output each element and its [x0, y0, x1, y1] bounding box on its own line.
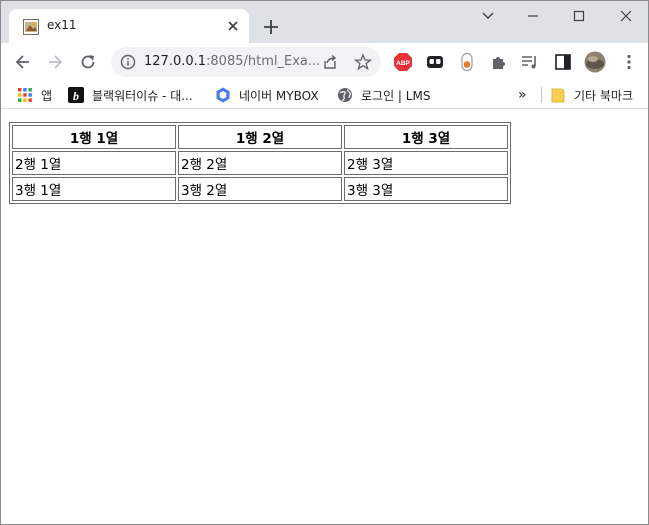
mybox-icon	[216, 87, 230, 103]
svg-text:b: b	[73, 89, 79, 103]
tab-ex11[interactable]: ex11	[9, 9, 249, 43]
header-cell: 1행 1열	[12, 125, 176, 149]
bookmarks-divider	[541, 87, 542, 103]
profile-avatar[interactable]	[584, 51, 606, 73]
folder-icon	[551, 88, 565, 103]
browser-window: ex11 127.0.0.1:8085/html_Exa... ABP 앱 b …	[0, 0, 649, 525]
bookmark-naver-mybox[interactable]: 네이버 MYBOX	[215, 85, 319, 105]
forward-arrow-icon[interactable]	[45, 52, 65, 72]
table-cell: 2행 1열	[12, 151, 176, 175]
apps-grid-icon	[18, 88, 32, 102]
media-control-icon[interactable]	[520, 52, 540, 72]
bookmark-label: 기타 북마크	[574, 88, 634, 103]
extensions-puzzle-icon[interactable]	[489, 52, 509, 72]
share-icon[interactable]	[322, 54, 338, 70]
globe-icon	[338, 88, 352, 102]
header-cell: 1행 3열	[344, 125, 508, 149]
side-panel-icon[interactable]	[553, 52, 573, 72]
bookmark-lms-login[interactable]: 로그인 | LMS	[337, 85, 430, 105]
svg-text:ABP: ABP	[396, 60, 410, 67]
close-tab-icon[interactable]	[225, 18, 241, 34]
back-arrow-icon[interactable]	[13, 52, 33, 72]
tab-search-chevron-icon[interactable]	[476, 7, 500, 25]
extension-mask-icon[interactable]	[425, 52, 445, 72]
bookmark-label: 로그인 | LMS	[361, 88, 431, 103]
bookmark-apps[interactable]: 앱	[17, 85, 52, 105]
data-table: 1행 1열 1행 2열 1행 3열 2행 1열 2행 2열 2행 3열 3행 1…	[9, 122, 511, 204]
table-row: 2행 1열 2행 2열 2행 3열	[12, 151, 508, 175]
bookmark-star-icon[interactable]	[354, 53, 372, 71]
table-cell: 3행 2열	[178, 177, 342, 201]
close-window-icon[interactable]	[614, 7, 638, 25]
more-menu-icon[interactable]	[619, 52, 639, 72]
b-logo-icon: b	[68, 87, 84, 103]
bookmarks-bar: 앱 b 블랙워터이슈 - 대... 네이버 MYBOX 로그인 | LMS »	[1, 81, 648, 109]
address-bar[interactable]: 127.0.0.1:8085/html_Exa...	[111, 47, 381, 77]
table-cell: 2행 2열	[178, 151, 342, 175]
page-viewport: 1행 1열 1행 2열 1행 3열 2행 1열 2행 2열 2행 3열 3행 1…	[1, 110, 648, 524]
tab-strip: ex11	[1, 1, 648, 43]
table-row: 3행 1열 3행 2열 3행 3열	[12, 177, 508, 201]
tab-title: ex11	[47, 18, 77, 32]
table-cell: 2행 3열	[344, 151, 508, 175]
url-path: :8085/html_Exa...	[206, 54, 321, 69]
bookmark-label: 블랙워터이슈 - 대...	[92, 88, 193, 103]
bookmark-other-folder[interactable]: 기타 북마크	[550, 85, 633, 105]
bookmarks-overflow-chevron[interactable]: »	[518, 85, 527, 105]
bookmark-blackwater[interactable]: b 블랙워터이슈 - 대...	[68, 85, 193, 105]
page-favicon-icon	[23, 19, 39, 35]
reload-icon[interactable]	[78, 52, 98, 72]
table-header-row: 1행 1열 1행 2열 1행 3열	[12, 125, 508, 149]
table-cell: 3행 1열	[12, 177, 176, 201]
table-cell: 3행 3열	[344, 177, 508, 201]
url-host: 127.0.0.1	[144, 54, 207, 69]
navigation-toolbar: 127.0.0.1:8085/html_Exa... ABP	[1, 43, 648, 81]
adblock-plus-icon[interactable]: ABP	[393, 52, 413, 72]
maximize-icon[interactable]	[567, 7, 591, 25]
site-info-icon[interactable]	[120, 54, 136, 70]
bookmark-label: 앱	[41, 88, 53, 103]
new-tab-plus-icon[interactable]	[261, 17, 281, 37]
overflow-label: »	[518, 87, 527, 103]
header-cell: 1행 2열	[178, 125, 342, 149]
url-text[interactable]: 127.0.0.1:8085/html_Exa...	[144, 54, 320, 69]
bookmark-label: 네이버 MYBOX	[239, 88, 319, 103]
extension-toggle-icon[interactable]	[457, 52, 477, 72]
minimize-icon[interactable]	[521, 7, 545, 25]
